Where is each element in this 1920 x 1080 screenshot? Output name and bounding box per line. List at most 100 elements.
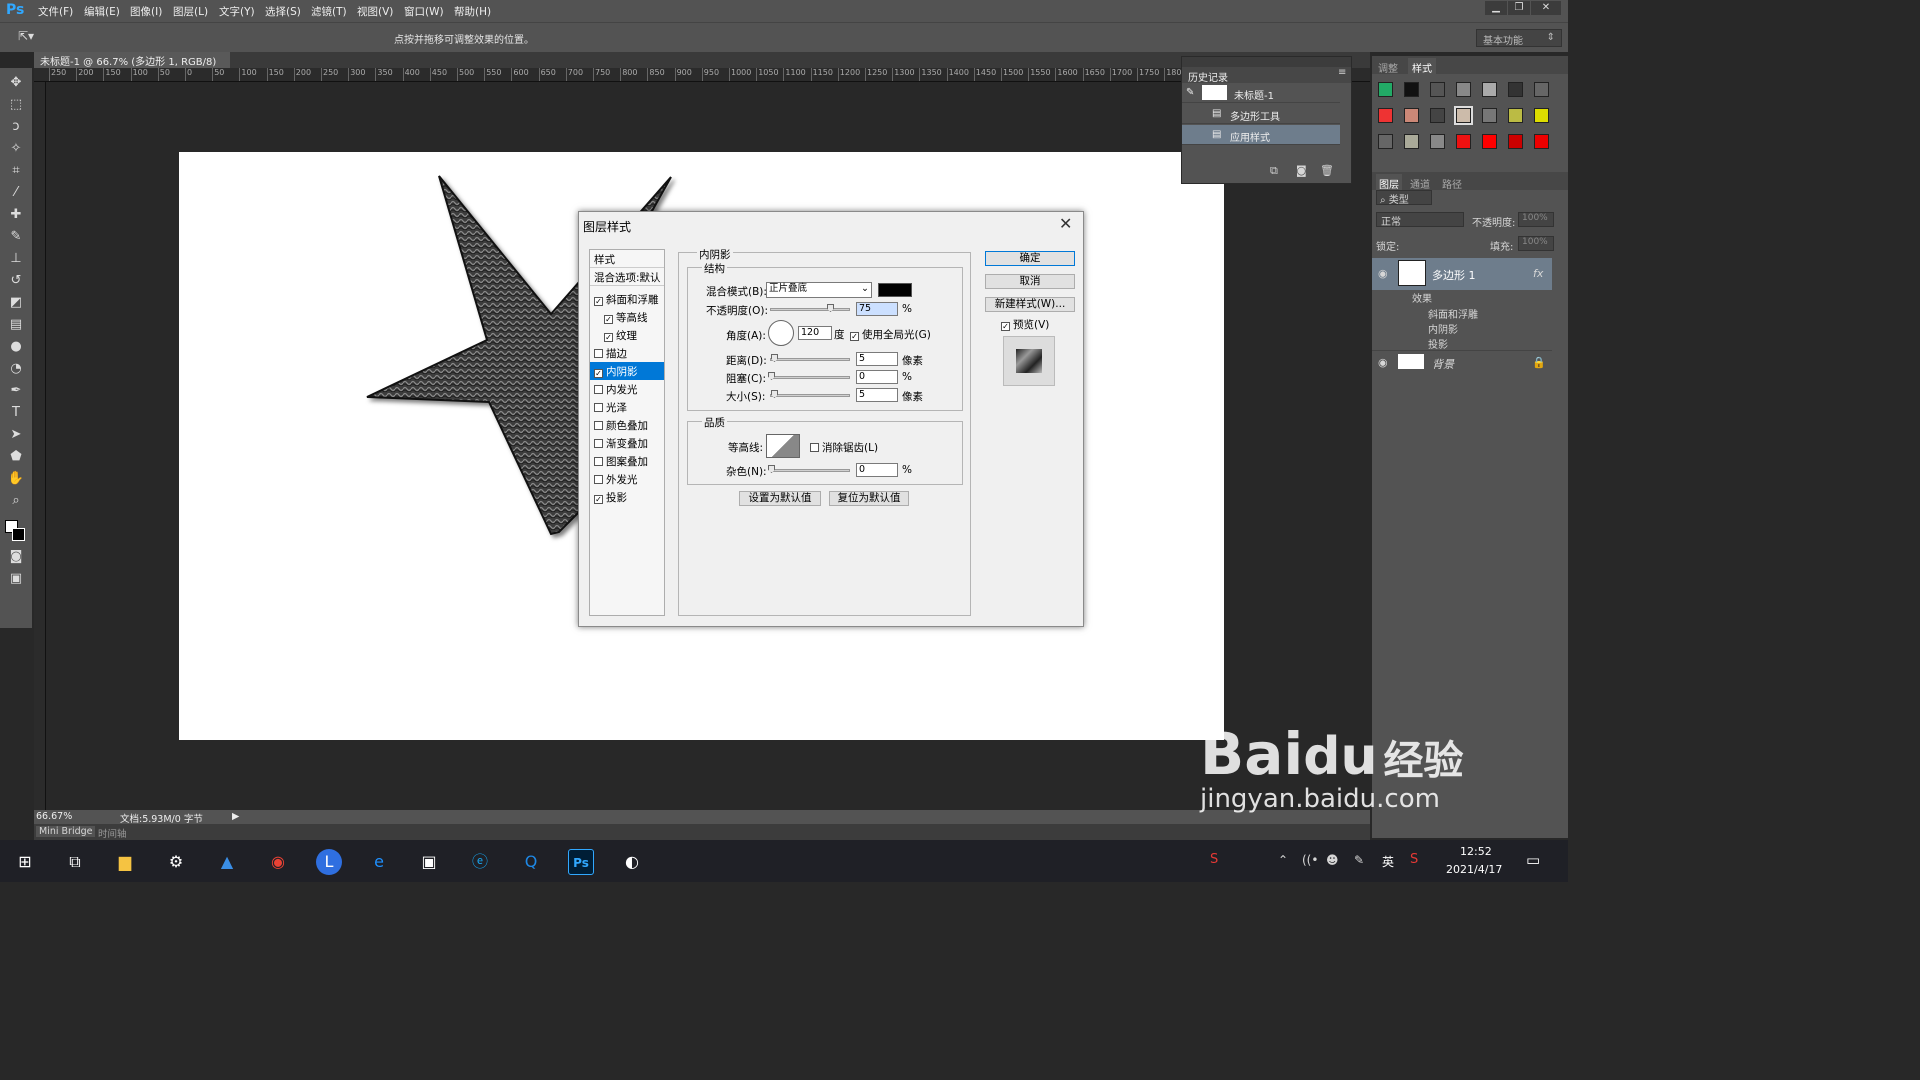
close-icon[interactable]: ✕ [1059,214,1072,233]
chrome-icon[interactable]: ◉ [265,849,291,875]
style-swatch[interactable] [1534,134,1549,149]
style-swatch[interactable] [1404,82,1419,97]
history-item[interactable]: ▤ 多边形工具 [1182,104,1340,124]
brush-tool-icon[interactable]: ✎ [5,228,27,246]
menu-file[interactable]: 文件(F) [38,4,73,19]
shadow-color-swatch[interactable] [878,283,912,297]
store-icon[interactable]: ▣ [416,849,442,875]
restore-icon[interactable]: ❐ [1508,1,1530,15]
history-title[interactable]: 历史记录 [1188,69,1228,84]
pen-tray-icon[interactable]: ✎ [1354,853,1364,867]
file-explorer-icon[interactable]: ▆ [112,849,138,875]
screen-mode-icon[interactable]: ▣ [5,570,27,588]
style-swatch[interactable] [1378,134,1393,149]
effect-inner-shadow[interactable]: 内阴影 [1428,321,1458,336]
gradient-tool-icon[interactable]: ▤ [5,316,27,334]
checkbox-icon[interactable]: ✓ [604,315,613,324]
lasso-tool-icon[interactable]: ↄ [5,118,27,136]
panel-dock-bar[interactable] [1182,57,1351,67]
style-swatch[interactable] [1482,82,1497,97]
history-item-selected[interactable]: ▤ 应用样式 [1182,125,1340,145]
new-style-button[interactable]: 新建样式(W)... [985,297,1075,312]
pen-tool-icon[interactable]: ✒ [5,382,27,400]
network-icon[interactable]: ((• [1302,853,1318,867]
edge-browser-icon[interactable]: ⓔ [467,849,493,875]
clock-date[interactable]: 2021/4/17 [1446,863,1502,876]
tab-paths[interactable]: 路径 [1442,176,1462,191]
blend-mode-select[interactable]: 正片叠底 ⌄ [766,282,872,298]
opacity-field[interactable]: 75 [856,302,898,316]
checkbox-icon[interactable] [594,403,603,412]
layer-row-polygon[interactable]: ◉ 多边形 1 fx [1372,258,1552,290]
checkbox-icon[interactable]: ✓ [594,495,603,504]
shape-tool-icon[interactable]: ⬟ [5,448,27,466]
style-swatch[interactable] [1404,134,1419,149]
ie-browser-icon[interactable]: e [366,849,392,875]
angle-dial[interactable] [768,320,794,346]
checkbox-icon[interactable] [594,475,603,484]
sogou-ime-icon[interactable]: S [1410,852,1418,867]
noise-slider[interactable] [768,465,850,473]
hand-tool-icon[interactable]: ✋ [5,470,27,488]
tab-mini-bridge[interactable]: Mini Bridge [36,826,96,837]
tray-chevron-icon[interactable]: ⌃ [1278,853,1288,867]
checkbox-icon[interactable] [594,439,603,448]
style-item[interactable]: ✓ 纹理 [590,326,664,344]
photos-icon[interactable]: ▲ [214,849,240,875]
checkbox-icon[interactable]: ✓ [594,297,603,306]
style-swatch[interactable] [1430,134,1445,149]
tab-channels[interactable]: 通道 [1410,176,1430,191]
style-item[interactable]: 颜色叠加 [590,416,664,434]
style-swatch[interactable] [1454,106,1473,125]
distance-slider[interactable] [770,354,850,362]
windows-start-icon[interactable]: ⊞ [12,849,38,875]
layer-fill-field[interactable]: 100% [1518,236,1554,251]
cancel-button[interactable]: 取消 [985,274,1075,289]
style-swatch[interactable] [1404,108,1419,123]
trash-icon[interactable]: 🗑 [1320,164,1334,177]
antialias-checkbox[interactable]: 消除锯齿(L) [810,440,878,455]
angle-field[interactable]: 120 [798,326,832,340]
set-default-button[interactable]: 设置为默认值 [739,491,821,506]
panel-menu-icon[interactable]: ≡ [1338,67,1346,78]
minimize-icon[interactable]: ▁ [1485,1,1507,15]
tab-adjustments[interactable]: 调整 [1378,60,1398,75]
history-brush-icon[interactable]: ↺ [5,272,27,290]
style-swatch[interactable] [1534,82,1549,97]
app-l-icon[interactable]: L [316,849,342,875]
eraser-tool-icon[interactable]: ◩ [5,294,27,312]
style-item[interactable]: 内发光 [590,380,664,398]
effect-drop-shadow[interactable]: 投影 [1428,336,1448,351]
style-item[interactable]: ✓ 投影 [590,488,664,506]
checkbox-icon[interactable] [594,385,603,394]
effect-bevel[interactable]: 斜面和浮雕 [1428,306,1478,321]
size-slider[interactable] [770,390,850,398]
path-select-tool-icon[interactable]: ⇱▾ [18,29,34,43]
clock-time[interactable]: 12:52 [1460,845,1492,858]
style-item[interactable]: 图案叠加 [590,452,664,470]
checkbox-icon[interactable] [594,421,603,430]
status-menu-arrow-icon[interactable]: ▶ [232,811,239,822]
distance-field[interactable]: 5 [856,352,898,366]
ime-indicator[interactable]: 英 [1382,853,1394,870]
zoom-tool-icon[interactable]: ⌕ [5,492,27,510]
style-item[interactable]: 外发光 [590,470,664,488]
new-document-icon[interactable]: ⧉ [1270,164,1278,178]
choke-slider[interactable] [768,372,850,380]
style-swatch[interactable] [1508,108,1523,123]
menu-layer[interactable]: 图层(L) [173,4,208,19]
style-item[interactable]: ✓ 等高线 [590,308,664,326]
tab-timeline[interactable]: 时间轴 [98,826,127,840]
magic-wand-icon[interactable]: ✧ [5,140,27,158]
slider-thumb[interactable] [768,465,775,473]
style-swatch[interactable] [1456,134,1471,149]
photoshop-taskbar-icon[interactable]: Ps [568,849,594,875]
slider-thumb[interactable] [827,304,834,312]
menu-image[interactable]: 图像(I) [130,4,162,19]
layer-blend-mode-select[interactable]: 正常 [1376,212,1464,228]
checkbox-icon[interactable]: ✓ [594,369,603,378]
ok-button[interactable]: 确定 [985,251,1075,266]
visibility-eye-icon[interactable]: ◉ [1378,267,1388,280]
camera-icon[interactable]: ◙ [1296,164,1307,177]
healing-brush-icon[interactable]: ✚ [5,206,27,224]
